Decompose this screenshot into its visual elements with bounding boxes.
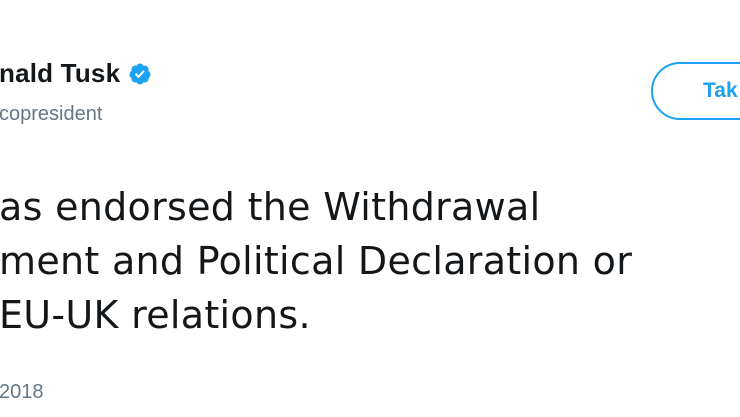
follow-button[interactable]: Tak	[651, 62, 740, 120]
tweet-body: as endorsed the Withdrawal ment and Poli…	[0, 180, 740, 342]
author-display-name[interactable]: nald Tusk	[0, 60, 120, 86]
tweet-text-line: ment and Political Declaration or	[0, 239, 633, 283]
tweet-header: nald Tusk copresident Tak	[0, 0, 740, 150]
tweet-card: nald Tusk copresident Tak as endorsed th…	[0, 0, 740, 417]
tweet-timestamp[interactable]: 2018	[0, 382, 44, 402]
tweet-text-line: EU-UK relations.	[0, 293, 311, 337]
verified-badge-icon	[128, 62, 152, 86]
tweet-text-line: as endorsed the Withdrawal	[0, 185, 541, 229]
author-name-row[interactable]: nald Tusk	[0, 56, 152, 90]
author-handle[interactable]: copresident	[0, 104, 102, 124]
